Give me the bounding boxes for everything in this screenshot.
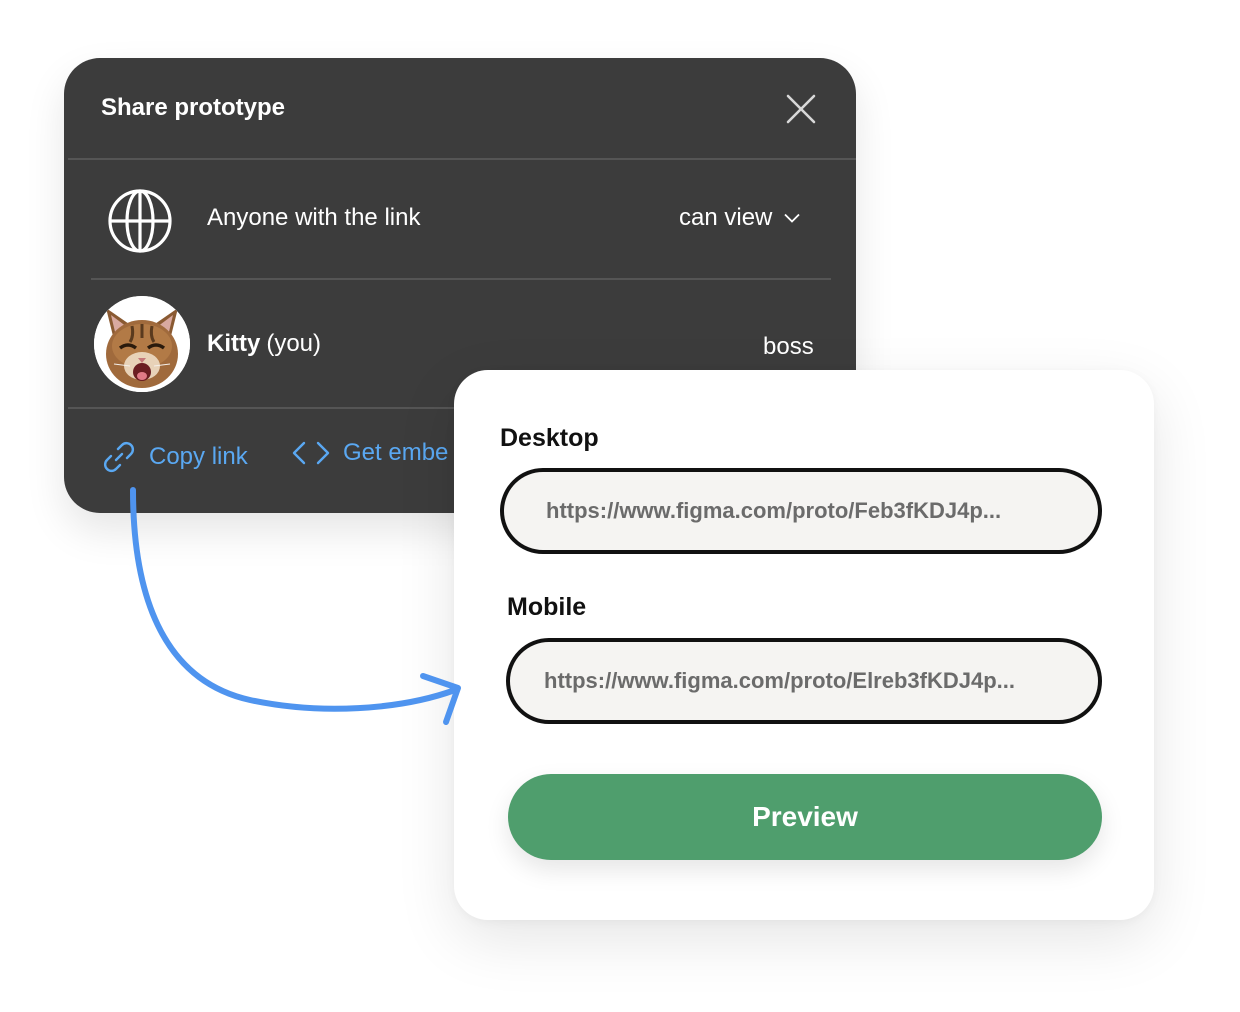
copy-link-label: Copy link bbox=[149, 443, 248, 470]
link-access-label: Anyone with the link bbox=[207, 204, 421, 231]
preview-button[interactable]: Preview bbox=[508, 774, 1102, 860]
mobile-label: Mobile bbox=[507, 593, 587, 621]
permission-dropdown[interactable]: can view bbox=[679, 204, 801, 232]
desktop-url-text: https://www.figma.com/proto/Feb3fKDJ4p..… bbox=[546, 498, 1002, 523]
get-embed-button[interactable]: Get embe bbox=[291, 439, 448, 467]
preview-label: Preview bbox=[752, 801, 858, 832]
link-access-row: Anyone with the link can view bbox=[91, 160, 831, 280]
desktop-url-field[interactable]: https://www.figma.com/proto/Feb3fKDJ4p..… bbox=[500, 468, 1102, 554]
link-icon bbox=[104, 442, 134, 472]
dialog-header: Share prototype bbox=[68, 58, 856, 160]
prototype-links-card: Desktop https://www.figma.com/proto/Feb3… bbox=[454, 370, 1154, 920]
kitten-avatar-icon bbox=[94, 296, 190, 392]
permission-value: can view bbox=[679, 204, 773, 231]
user-name: Kitty (you) bbox=[207, 330, 321, 358]
user-name-text: Kitty bbox=[207, 330, 261, 357]
mobile-url-text: https://www.figma.com/proto/Elreb3fKDJ4p… bbox=[544, 668, 1016, 693]
desktop-label: Desktop bbox=[500, 424, 599, 452]
chevron-down-icon bbox=[784, 213, 801, 223]
copy-link-button[interactable]: Copy link bbox=[101, 439, 248, 475]
get-embed-label: Get embe bbox=[343, 439, 449, 466]
mobile-url-field[interactable]: https://www.figma.com/proto/Elreb3fKDJ4p… bbox=[506, 638, 1102, 724]
user-you-suffix: (you) bbox=[266, 330, 322, 357]
dialog-title: Share prototype bbox=[101, 94, 286, 121]
code-icon bbox=[292, 441, 330, 465]
avatar bbox=[94, 296, 190, 392]
close-button[interactable] bbox=[782, 90, 820, 128]
close-icon bbox=[786, 94, 816, 124]
user-role: boss bbox=[763, 333, 814, 360]
globe-icon bbox=[108, 189, 172, 253]
